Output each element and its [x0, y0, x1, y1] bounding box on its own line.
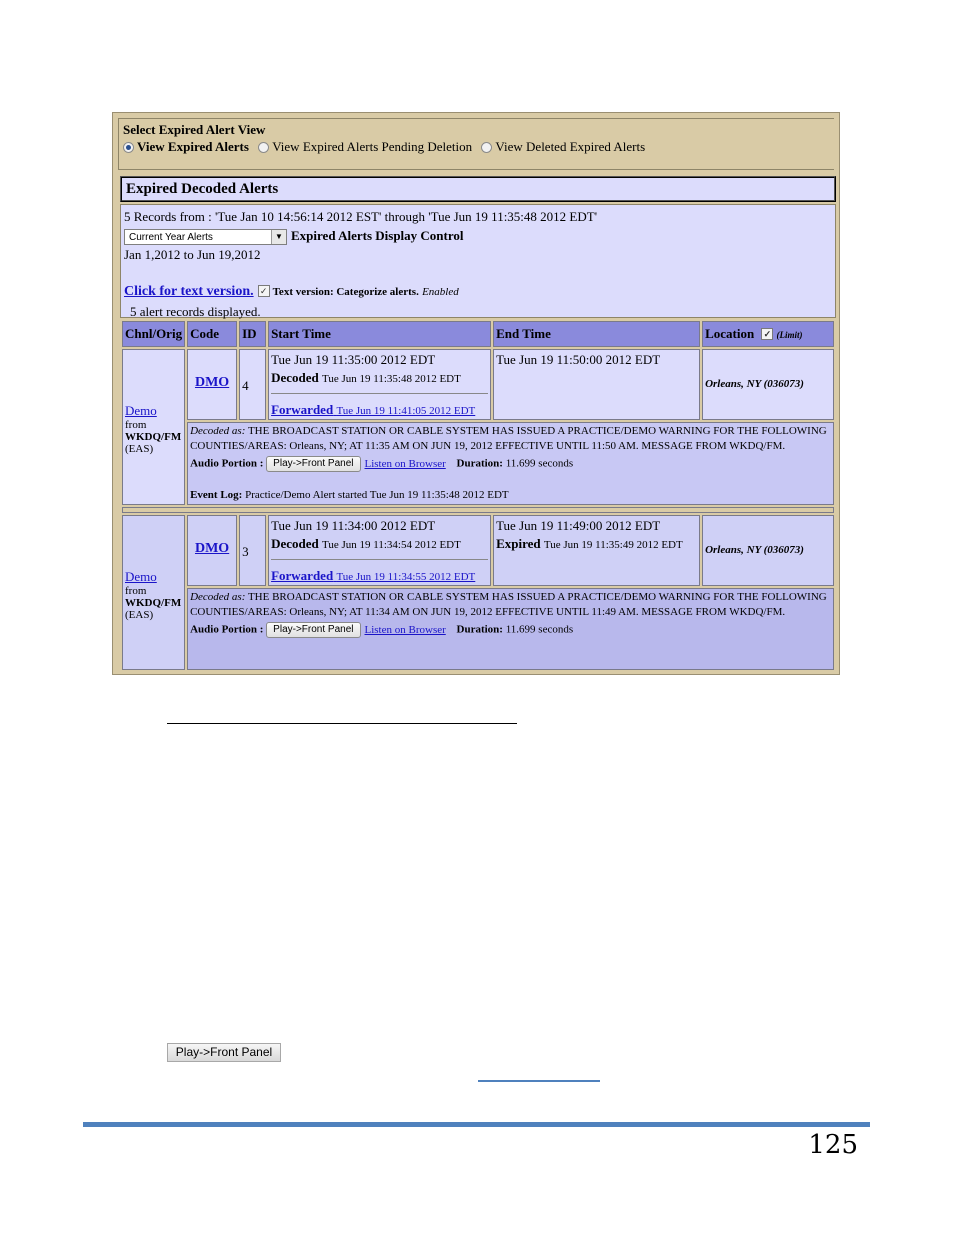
table-row-detail: Decoded as: THE BROADCAST STATION OR CAB… [122, 588, 834, 670]
page-number: 125 [808, 1130, 858, 1160]
limit-label: (Limit) [776, 329, 803, 340]
table-row: Demo from WKDQ/FM (EAS) DMO 3 Tue Jun 19… [122, 515, 834, 670]
forwarded-link[interactable]: Forwarded Tue Jun 19 11:41:05 2012 EDT [271, 402, 475, 417]
table-header-row: Chnl/Orig Code ID Start Time End Time Lo… [122, 321, 834, 347]
code-cell: DMO [187, 515, 238, 586]
end-cell: Tue Jun 19 11:50:00 2012 EDT [493, 349, 701, 420]
code-link[interactable]: DMO [190, 541, 234, 557]
header-location-label: Location [705, 325, 755, 341]
location-cell: Orleans, NY (036073) [702, 515, 834, 586]
expired-time: Tue Jun 19 11:35:49 2012 EDT [543, 539, 683, 551]
id-cell: 4 [239, 349, 267, 420]
chnl-station: WKDQ/FM [125, 597, 182, 609]
header-id: ID [239, 321, 267, 347]
header-end: End Time [493, 321, 701, 347]
decoded-as-label: Decoded as: [190, 425, 246, 437]
message-text: THE BROADCAST STATION OR CABLE SYSTEM HA… [190, 425, 827, 452]
play-front-panel-button[interactable]: Play->Front Panel [266, 456, 361, 472]
duration-label: Duration: [456, 623, 503, 636]
caption-underline [167, 723, 517, 724]
header-location: Location ✓ (Limit) [702, 321, 834, 347]
divider [271, 559, 489, 560]
divider [271, 393, 489, 394]
limit-checkbox[interactable]: ✓ [761, 328, 774, 340]
forwarded-link[interactable]: Forwarded Tue Jun 19 11:34:55 2012 EDT [271, 568, 475, 583]
end-cell: Tue Jun 19 11:49:00 2012 EDT Expired Tue… [493, 515, 701, 586]
header-code: Code [187, 321, 238, 347]
chnl-source: (EAS) [125, 609, 154, 621]
message-cell: Decoded as: THE BROADCAST STATION OR CAB… [187, 422, 834, 505]
expired-alerts-screenshot: Select Expired Alert View View Expired A… [112, 112, 840, 675]
duration-label: Duration: [456, 457, 503, 470]
decoded-label: Decoded [271, 536, 319, 551]
message-cell: Decoded as: THE BROADCAST STATION OR CAB… [187, 588, 834, 670]
audio-label: Audio Portion : [190, 457, 264, 470]
chnl-cell: Demo from WKDQ/FM (EAS) [122, 349, 186, 505]
location-cell: Orleans, NY (036073) [702, 349, 834, 420]
play-front-panel-button[interactable]: Play->Front Panel [266, 622, 361, 638]
start-cell: Tue Jun 19 11:34:00 2012 EDT Decoded Tue… [268, 515, 492, 586]
records-line: 5 Records from : 'Tue Jan 10 14:56:14 20… [124, 209, 598, 224]
view-selector: Select Expired Alert View View Expired A… [118, 118, 834, 170]
listen-browser-link[interactable]: Listen on Browser [365, 458, 446, 470]
dropdown-arrow-icon[interactable]: ▼ [271, 230, 286, 245]
radio-view-expired[interactable] [123, 141, 134, 153]
display-control-select[interactable]: Current Year Alerts ▼ [124, 229, 287, 246]
radio-label-view-expired[interactable]: View Expired Alerts [137, 139, 249, 154]
radio-label-deleted[interactable]: View Deleted Expired Alerts [495, 139, 645, 154]
table-row: Demo from WKDQ/FM (EAS) DMO 4 Tue Jun 19… [122, 349, 834, 505]
inline-play-front-panel-button[interactable]: Play->Front Panel [167, 1043, 281, 1062]
chnl-source: (EAS) [125, 443, 154, 455]
categorize-state: Enabled [422, 286, 459, 299]
chnl-from: from [125, 585, 147, 597]
expired-label: Expired [496, 536, 541, 551]
start-time: Tue Jun 19 11:35:00 2012 EDT [271, 352, 436, 367]
chnl-from: from [125, 419, 147, 431]
event-log-text: Practice/Demo Alert started Tue Jun 19 1… [245, 489, 509, 501]
message-text: THE BROADCAST STATION OR CABLE SYSTEM HA… [190, 591, 827, 618]
start-time: Tue Jun 19 11:34:00 2012 EDT [271, 518, 436, 533]
end-time: Tue Jun 19 11:49:00 2012 EDT [496, 518, 661, 533]
display-control-label: Expired Alerts Display Control [291, 228, 464, 243]
chnl-link[interactable]: Demo [125, 403, 182, 419]
alerts-table: Chnl/Orig Code ID Start Time End Time Lo… [120, 319, 836, 672]
table-row-detail: Decoded as: THE BROADCAST STATION OR CAB… [122, 422, 834, 505]
decoded-time: Tue Jun 19 11:34:54 2012 EDT [322, 539, 461, 551]
categorize-label: Text version: Categorize alerts. [272, 286, 419, 299]
header-chnl: Chnl/Orig [122, 321, 186, 347]
code-link[interactable]: DMO [190, 375, 234, 391]
chnl-cell: Demo from WKDQ/FM (EAS) [122, 515, 186, 670]
listen-browser-link[interactable]: Listen on Browser [365, 624, 446, 636]
date-range: Jan 1,2012 to Jun 19,2012 [124, 247, 261, 263]
view-selector-title: Select Expired Alert View [123, 122, 266, 137]
id-cell: 3 [239, 515, 267, 586]
chnl-link[interactable]: Demo [125, 569, 182, 585]
chnl-station: WKDQ/FM [125, 431, 182, 443]
end-time: Tue Jun 19 11:50:00 2012 EDT [496, 352, 661, 367]
footer-rule [83, 1122, 870, 1127]
start-cell: Tue Jun 19 11:35:00 2012 EDT Decoded Tue… [268, 349, 492, 420]
radio-label-pending-deletion[interactable]: View Expired Alerts Pending Deletion [272, 139, 472, 154]
header-start: Start Time [268, 321, 492, 347]
decoded-as-label: Decoded as: [190, 591, 246, 603]
section-title: Expired Decoded Alerts [120, 176, 836, 202]
select-value: Current Year Alerts [129, 232, 213, 244]
duration-value: 11.699 seconds [505, 623, 574, 636]
event-log-label: Event Log: [190, 489, 243, 501]
categorize-checkbox[interactable]: ✓ [257, 285, 270, 298]
audio-label: Audio Portion : [190, 623, 264, 636]
code-cell: DMO [187, 349, 238, 420]
inline-link-underline [478, 1080, 600, 1082]
radio-view-deleted[interactable] [481, 141, 493, 153]
radio-view-pending-deletion[interactable] [258, 141, 270, 153]
duration-value: 11.699 seconds [505, 457, 574, 470]
decoded-label: Decoded [271, 370, 319, 385]
text-version-link[interactable]: Click for text version. [124, 284, 254, 299]
info-panel: 5 Records from : 'Tue Jan 10 14:56:14 20… [120, 204, 836, 319]
decoded-time: Tue Jun 19 11:35:48 2012 EDT [322, 373, 461, 385]
